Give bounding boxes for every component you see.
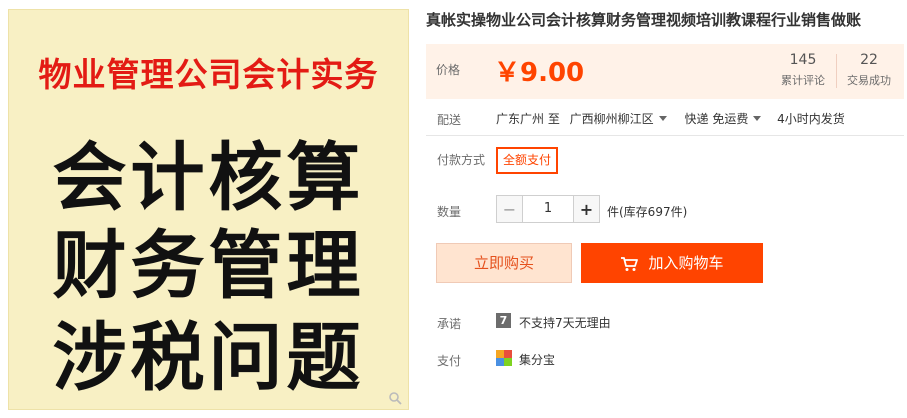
price-value: ￥9.00	[494, 58, 585, 88]
cart-icon	[621, 256, 639, 271]
stat-divider	[836, 54, 837, 88]
sales-count-label: 交易成功	[847, 74, 891, 87]
shipping-from: 广东广州 至	[496, 112, 560, 126]
quantity-input[interactable]: 1	[523, 195, 573, 223]
price-panel: 价格 ￥9.00 145 累计评论 22 交易成功	[426, 44, 904, 99]
pay-method-text: 集分宝	[519, 353, 556, 367]
quantity-label: 数量	[437, 205, 462, 219]
quantity-decrease-button[interactable]: −	[496, 195, 523, 223]
jifenbao-icon	[496, 350, 512, 366]
product-title: 真帐实操物业公司会计核算财务管理视频培训教课程行业销售做账	[426, 11, 862, 29]
shipping-row: 广东广州 至 广西柳州柳江区 快递 免运费 4小时内发货	[496, 110, 845, 127]
review-count: 145	[789, 52, 817, 68]
shipping-method[interactable]: 快递 免运费	[685, 110, 749, 127]
review-count-stat[interactable]: 145 累计评论	[774, 52, 832, 88]
shipping-destination[interactable]: 广西柳州柳江区	[570, 110, 654, 127]
sales-count-stat: 22 交易成功	[840, 52, 898, 88]
sales-count: 22	[860, 52, 878, 68]
promise-text[interactable]: 不支持7天无理由	[519, 314, 611, 331]
add-to-cart-label: 加入购物车	[648, 254, 724, 272]
quantity-increase-button[interactable]: +	[573, 195, 600, 223]
buy-now-button[interactable]: 立即购买	[436, 243, 572, 283]
stock-info: 件(库存697件)	[607, 205, 688, 219]
dispatch-time: 4小时内发货	[777, 112, 845, 126]
image-line-finance: 财务管理	[52, 223, 365, 309]
divider	[426, 135, 904, 136]
shipping-label: 配送	[437, 113, 462, 127]
pay-label: 支付	[437, 354, 462, 368]
payment-option-full[interactable]: 全额支付	[496, 147, 559, 174]
chevron-down-icon[interactable]	[658, 116, 667, 121]
payment-method-label: 付款方式	[437, 153, 486, 167]
quantity-stepper: − 1 +	[496, 195, 600, 223]
seven-day-icon: 7	[496, 313, 511, 328]
chevron-down-icon[interactable]	[753, 116, 762, 121]
zoom-icon[interactable]	[388, 391, 402, 405]
review-count-label: 累计评论	[781, 74, 825, 87]
promise-label: 承诺	[437, 317, 462, 331]
price-label: 价格	[436, 63, 461, 77]
image-headline: 物业管理公司会计实务	[38, 55, 379, 94]
add-to-cart-button[interactable]: 加入购物车	[581, 243, 763, 283]
product-image[interactable]: 物业管理公司会计实务 会计核算 财务管理 涉税问题	[8, 9, 409, 410]
image-line-tax: 涉税问题	[52, 315, 365, 401]
